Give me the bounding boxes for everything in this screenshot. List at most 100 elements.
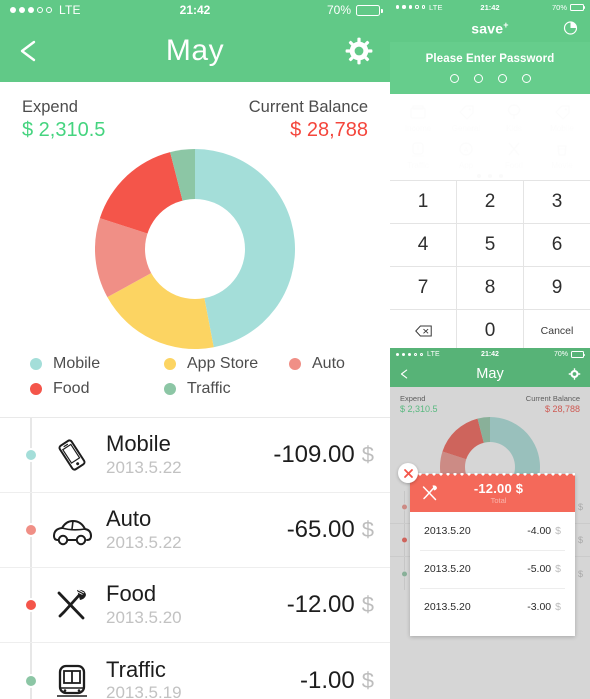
- key-3[interactable]: 3: [524, 181, 590, 224]
- app-header: save+: [390, 14, 590, 42]
- legend-swatch-mobile: [30, 358, 42, 370]
- list-item[interactable]: 2013.5.20 -5.00 $: [410, 550, 575, 588]
- main-expense-screen: LTE 21:42 70% May Expend $ 2,310.5 Curre…: [0, 0, 390, 699]
- timeline-dot: [24, 523, 38, 537]
- dim-overlay: [390, 94, 590, 180]
- password-dot: [497, 74, 507, 83]
- keypad-row: 7 8 9: [390, 267, 590, 310]
- battery-area: 70%: [552, 3, 586, 12]
- battery-area: 70%: [554, 351, 585, 358]
- popup-header: -12.00 $ Total: [410, 473, 575, 512]
- row-text: Traffic 2013.5.19: [98, 658, 300, 699]
- signal-strength-icon: [396, 5, 425, 9]
- entry-amount: -4.00 $: [527, 525, 561, 537]
- entry-date: 2013.5.20: [424, 601, 471, 613]
- legend-item-mobile: Mobile: [30, 355, 164, 373]
- transaction-list: Mobile 2013.5.22 -109.00 $ Auto 2013.5.2…: [0, 417, 390, 699]
- expend-block: Expend $ 2,310.5: [400, 394, 438, 414]
- legend-label-food: Food: [53, 380, 90, 397]
- summary-bar: Expend $ 2,310.5 Current Balance $ 28,78…: [0, 82, 390, 146]
- timeline-dot: [24, 598, 38, 612]
- row-category: Food: [106, 581, 157, 607]
- timeline-dot: [401, 570, 408, 577]
- status-bar: LTE 21:42 70%: [390, 348, 590, 361]
- carrier-label: LTE: [428, 2, 443, 12]
- entry-amount: -3.00 $: [527, 601, 561, 613]
- key-2[interactable]: 2: [457, 181, 524, 224]
- timeline-dot: [401, 536, 408, 544]
- chevron-left-icon[interactable]: [14, 36, 44, 66]
- key-4[interactable]: 4: [390, 224, 457, 267]
- key-5[interactable]: 5: [457, 224, 524, 267]
- keypad-row: 4 5 6: [390, 224, 590, 267]
- donut-chart-container: [0, 146, 390, 351]
- password-prompt-label: Please Enter Password: [425, 53, 555, 65]
- balance-block: Current Balance $ 28,788: [249, 98, 368, 142]
- popup-total-label: Total: [490, 496, 507, 505]
- keypad-row: 0 Cancel: [390, 310, 590, 348]
- entry-amount: -5.00 $: [527, 563, 561, 575]
- key-9[interactable]: 9: [524, 267, 590, 310]
- key-8[interactable]: 8: [457, 267, 524, 310]
- expense-donut-chart[interactable]: [95, 148, 295, 349]
- row-amount: -65.00: [286, 516, 355, 543]
- row-category: Auto: [106, 506, 152, 532]
- table-row[interactable]: Food 2013.5.20 -12.00 $: [0, 568, 390, 643]
- row-currency: $: [361, 592, 374, 617]
- row-date: 2013.5.20: [106, 607, 182, 627]
- balance-block: Current Balance $ 28,788: [526, 394, 580, 414]
- legend-label-traffic: Traffic: [187, 380, 231, 397]
- page-title: May: [476, 366, 504, 382]
- list-item[interactable]: 2013.5.20 -4.00 $: [410, 512, 575, 550]
- expend-label: Expend: [22, 98, 78, 116]
- pie-clock-icon[interactable]: [563, 21, 578, 36]
- signal-strength-icon: [10, 7, 52, 13]
- carrier-label: LTE: [427, 351, 440, 358]
- row-text: Mobile 2013.5.22: [98, 432, 273, 477]
- list-item[interactable]: 2013.5.20 -3.00 $: [410, 588, 575, 626]
- key-6[interactable]: 6: [524, 224, 590, 267]
- entry-amount-value: -5.00: [527, 563, 552, 575]
- gear-icon[interactable]: [568, 368, 581, 381]
- table-row[interactable]: Mobile 2013.5.22 -109.00 $: [0, 418, 390, 493]
- popup-total-amount: -12.00 $: [473, 481, 524, 496]
- entry-currency: $: [555, 525, 561, 537]
- table-row[interactable]: Auto 2013.5.22 -65.00 $: [0, 493, 390, 568]
- row-date: 2013.5.22: [106, 457, 182, 477]
- row-date: 2013.5.19: [106, 683, 182, 699]
- numeric-keypad: 1 2 3 4 5 6 7 8 9 0 Cancel: [390, 180, 590, 348]
- legend-swatch-app-store: [164, 358, 176, 370]
- legend-swatch-auto: [289, 358, 301, 370]
- popup-footer: [410, 626, 575, 636]
- cancel-button[interactable]: Cancel: [524, 310, 590, 348]
- page-title: May: [165, 34, 225, 67]
- legend-label-mobile: Mobile: [53, 355, 101, 372]
- row-amount: -109.00: [273, 441, 355, 468]
- table-row[interactable]: Traffic 2013.5.19 -1.00 $: [0, 643, 390, 699]
- key-1[interactable]: 1: [390, 181, 457, 224]
- entry-date: 2013.5.20: [424, 563, 471, 575]
- summary-bar: Expend $ 2,310.5 Current Balance $ 28,78…: [390, 387, 590, 415]
- car-icon: [46, 514, 98, 546]
- backspace-icon[interactable]: [390, 310, 457, 348]
- chevron-left-icon[interactable]: [398, 368, 411, 381]
- timeline-dot: [401, 503, 408, 511]
- password-dots: [449, 74, 531, 83]
- key-0[interactable]: 0: [457, 310, 524, 348]
- category-grid-background: Income General Kids Mobile Traffic: [390, 94, 590, 180]
- cutlery-icon: [46, 587, 98, 623]
- carrier-label: LTE: [59, 3, 81, 17]
- close-icon[interactable]: [398, 463, 418, 483]
- row-text: Food 2013.5.20: [98, 582, 287, 627]
- row-currency: $: [361, 517, 374, 542]
- row-category: Mobile: [106, 431, 171, 457]
- row-text: Auto 2013.5.22: [98, 507, 287, 552]
- gear-icon[interactable]: [344, 36, 374, 66]
- row-amount: -1.00: [300, 666, 355, 694]
- balance-value: $ 28,788: [544, 404, 580, 414]
- password-dot: [473, 74, 483, 83]
- expend-label: Expend: [400, 394, 426, 403]
- balance-value: $ 28,788: [290, 119, 368, 141]
- key-7[interactable]: 7: [390, 267, 457, 310]
- keypad-row: 1 2 3: [390, 181, 590, 224]
